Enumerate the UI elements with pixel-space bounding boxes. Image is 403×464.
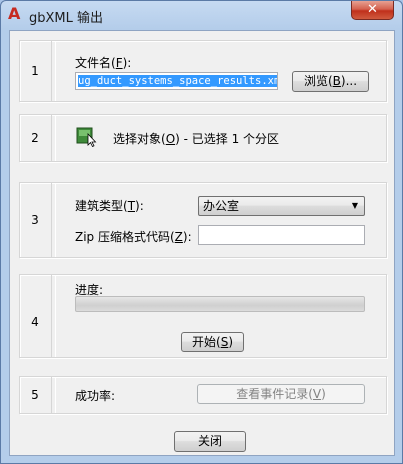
building-panel: 3 建筑类型(T): 办公室 ▼ Zip 压缩格式代码(Z):: [19, 182, 387, 258]
success-rate-label: 成功率:: [75, 389, 116, 403]
select-panel: 2 选择对象(O) - 已选择 1 个分区: [19, 114, 387, 162]
step-number: 2: [31, 131, 39, 145]
panel-divider: [51, 41, 56, 101]
progress-bar: [75, 296, 365, 312]
start-button[interactable]: 开始(S): [181, 332, 244, 352]
view-event-log-button[interactable]: 查看事件记录(V): [197, 384, 365, 404]
success-panel: 5 成功率: 查看事件记录(V): [19, 376, 387, 414]
step-number: 1: [31, 64, 39, 78]
browse-button[interactable]: 浏览(B)...: [292, 71, 369, 92]
building-type-label: 建筑类型(T):: [75, 199, 144, 213]
select-objects-icon[interactable]: [76, 127, 98, 148]
title-bar[interactable]: A gbXML 输出 ✕: [1, 1, 402, 29]
close-dialog-button[interactable]: 关闭: [174, 431, 246, 452]
progress-panel: 4 进度: 开始(S): [19, 274, 387, 358]
file-panel: 1 文件名(F): ug_duct_systems_space_results.…: [19, 40, 387, 102]
panel-divider: [51, 183, 56, 257]
selection-status-text: 选择对象(O) - 已选择 1 个分区: [113, 132, 280, 146]
panel-divider: [51, 115, 56, 161]
autocad-app-icon: A: [8, 4, 21, 23]
panel-divider: [51, 377, 56, 413]
chevron-down-icon: ▼: [351, 201, 358, 210]
dialog-client-area: 1 文件名(F): ug_duct_systems_space_results.…: [9, 30, 395, 456]
gbxml-export-dialog: A gbXML 输出 ✕ 1 文件名(F): ug_duct_systems_s…: [0, 0, 403, 464]
step-number: 5: [31, 388, 39, 402]
file-path-value: ug_duct_systems_space_results.xml: [78, 75, 277, 87]
zip-code-label: Zip 压缩格式代码(Z):: [75, 230, 192, 244]
close-window-button[interactable]: ✕: [351, 1, 394, 20]
file-name-label: 文件名(F):: [75, 56, 132, 70]
window-title: gbXML 输出: [29, 11, 104, 26]
file-path-input[interactable]: ug_duct_systems_space_results.xml: [75, 72, 278, 90]
close-icon: ✕: [367, 2, 378, 17]
building-type-value: 办公室: [203, 199, 240, 213]
panel-divider: [51, 275, 56, 357]
zip-code-input[interactable]: [198, 225, 365, 245]
step-number: 3: [31, 213, 39, 227]
step-number: 4: [31, 315, 39, 329]
building-type-select[interactable]: 办公室 ▼: [198, 196, 365, 216]
